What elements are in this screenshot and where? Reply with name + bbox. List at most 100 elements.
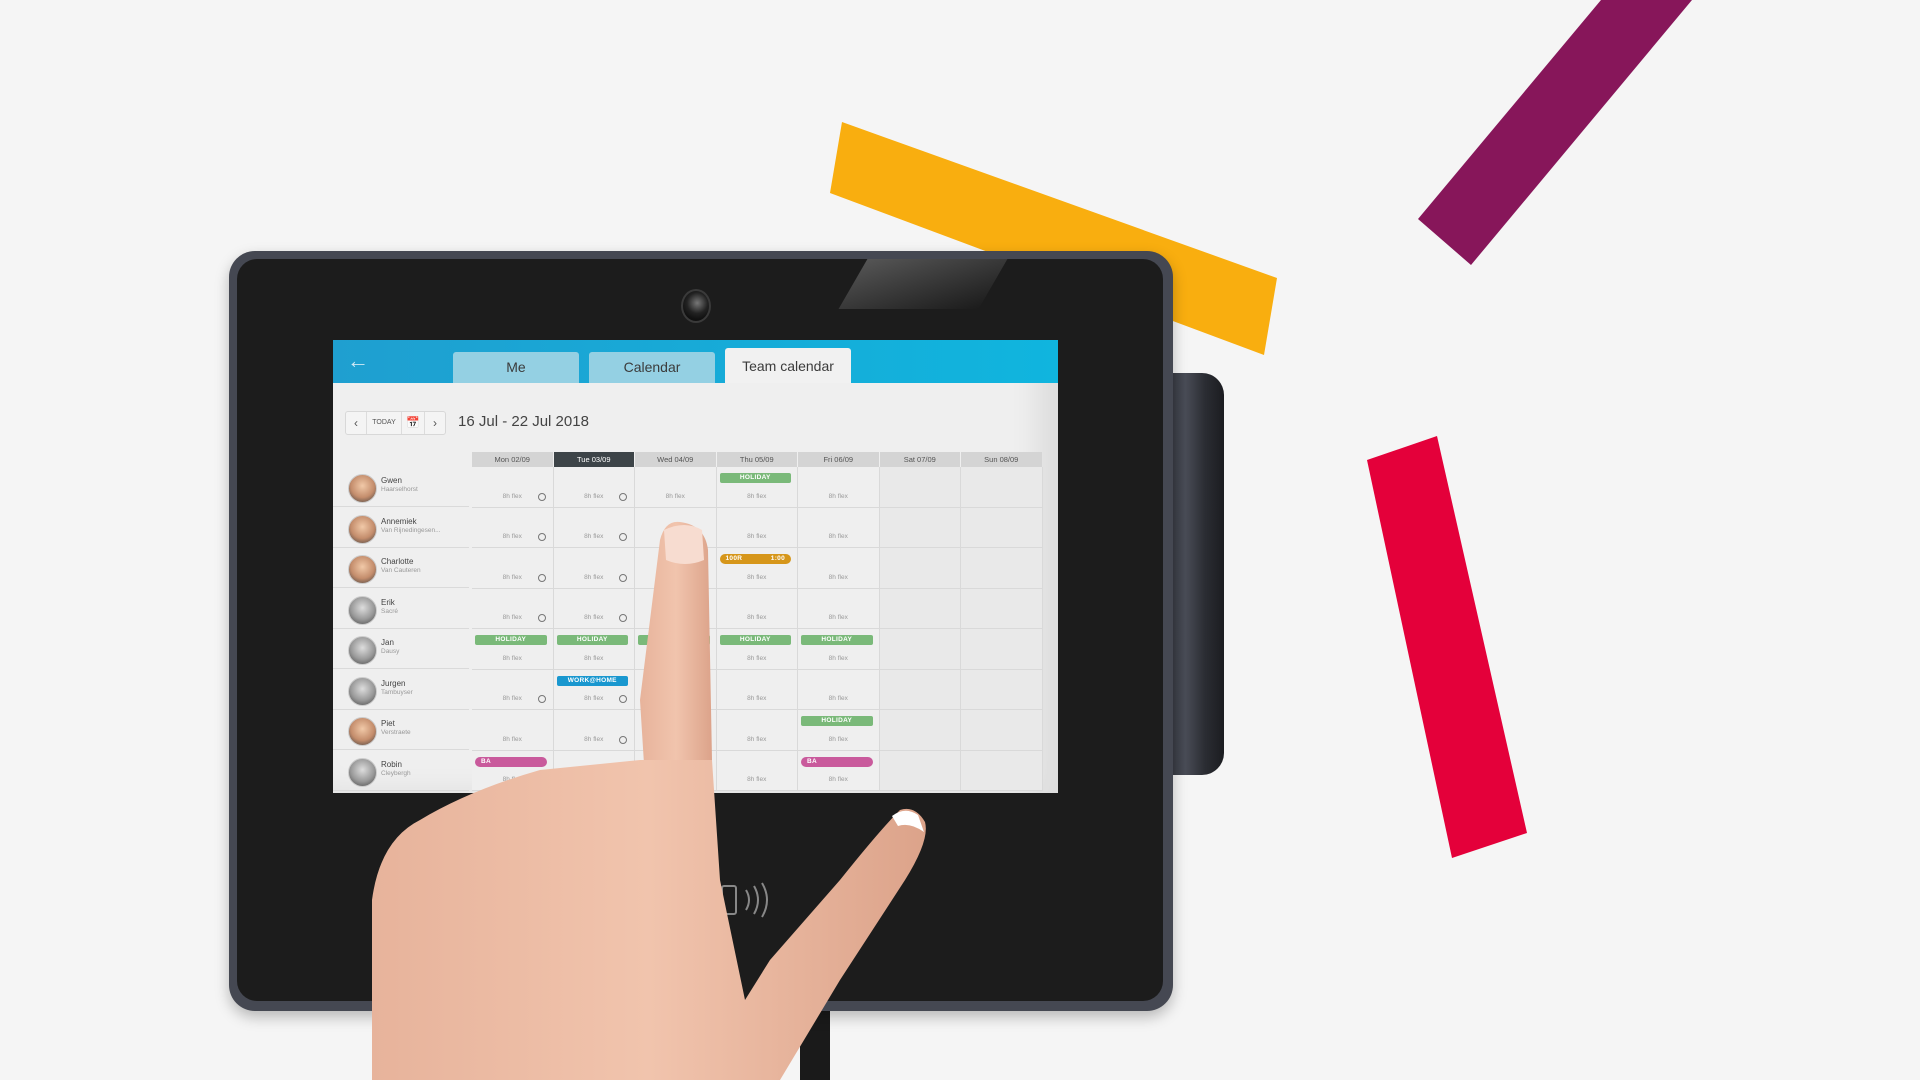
flex-hours-label: 8h flex <box>828 492 848 500</box>
holiday-badge[interactable]: HOLIDAY <box>801 716 873 726</box>
calendar-cell[interactable] <box>879 467 961 508</box>
calendar-cell[interactable] <box>961 548 1043 589</box>
calendar-cell[interactable] <box>961 629 1043 670</box>
calendar-cell[interactable] <box>879 710 961 751</box>
chevron-right-icon[interactable]: › <box>425 412 445 434</box>
holiday-badge[interactable]: HOLIDAY <box>801 635 873 645</box>
calendar-cell[interactable] <box>553 750 635 791</box>
clock-icon[interactable] <box>619 735 627 744</box>
calendar-cell[interactable]: WORK@HOME 8h flex <box>553 669 635 710</box>
calendar-cell[interactable] <box>961 750 1043 791</box>
tab-team-calendar[interactable]: Team calendar <box>725 348 851 383</box>
arrow-left-icon[interactable]: ← <box>347 350 369 372</box>
calendar-cell[interactable]: 8h flex <box>716 669 798 710</box>
calendar-cell[interactable]: HOLIDAY <box>635 629 717 670</box>
calendar-cell[interactable]: HOLIDAY 8h flex <box>716 467 798 508</box>
holiday-badge[interactable]: HOLIDAY <box>556 635 628 645</box>
team-member[interactable]: Annemiek Van Rijnedingesen... <box>333 508 469 548</box>
calendar-cell[interactable]: 8h flex <box>798 467 880 508</box>
holiday-badge[interactable]: HOLIDAY <box>475 635 547 645</box>
calendar-cell[interactable]: 8h flex <box>798 669 880 710</box>
calendar-cell[interactable] <box>879 750 961 791</box>
calendar-cell[interactable] <box>961 588 1043 629</box>
calendar-cell[interactable] <box>879 588 961 629</box>
calendar-cell[interactable] <box>879 629 961 670</box>
tab-calendar[interactable]: Calendar <box>589 352 715 383</box>
calendar-cell[interactable] <box>879 507 961 548</box>
calendar-cell[interactable]: HOLIDAY 8h flex <box>472 629 554 670</box>
chevron-left-icon[interactable]: ‹ <box>346 412 367 434</box>
calendar-cell[interactable]: BA 8h flex <box>472 750 554 791</box>
calendar-cell[interactable]: HOLIDAY 8h flex <box>798 629 880 670</box>
team-member[interactable]: Gwen Haarselhorst <box>333 467 469 507</box>
calendar-cell[interactable]: 8h flex <box>553 710 635 751</box>
orange-badge[interactable]: 100R 1:00 <box>719 554 791 564</box>
calendar-cell[interactable]: 8h flex <box>553 588 635 629</box>
calendar-cell[interactable]: 8h flex <box>798 548 880 589</box>
calendar-cell[interactable] <box>635 750 717 791</box>
calendar-cell[interactable]: 8h flex <box>472 588 554 629</box>
calendar-cell[interactable] <box>961 669 1043 710</box>
clock-icon[interactable] <box>537 492 546 501</box>
day-header: Mon 02/09 <box>472 452 553 467</box>
day-header: Tue 03/09 <box>553 452 634 467</box>
calendar-cell[interactable]: 8h flex <box>716 507 798 548</box>
team-member[interactable]: Robin Cleybergh <box>333 751 469 791</box>
clock-icon[interactable] <box>537 695 546 703</box>
calendar-cell[interactable] <box>879 548 961 589</box>
calendar-cell[interactable]: 100R 1:00 8h flex <box>716 548 798 589</box>
clock-icon[interactable] <box>619 614 627 622</box>
calendar-cell[interactable] <box>879 669 961 710</box>
calendar-cell[interactable] <box>635 710 717 751</box>
flex-hours-label: 8h flex <box>747 614 767 621</box>
calendar-cell[interactable]: 8h flex <box>635 467 717 508</box>
today-button[interactable]: TODAY <box>367 412 402 434</box>
ba-badge[interactable]: BA <box>475 756 547 767</box>
team-member[interactable]: Piet Verstraete <box>333 710 469 750</box>
clock-icon[interactable] <box>619 695 627 703</box>
calendar-cell[interactable]: 8h flex <box>798 507 880 548</box>
calendar-cell[interactable]: 8h flex <box>472 710 554 751</box>
calendar-cell[interactable] <box>961 467 1043 508</box>
workhome-badge[interactable]: WORK@HOME <box>556 675 628 686</box>
clock-icon[interactable] <box>619 573 627 582</box>
flex-hours-label: 8h flex <box>747 573 767 581</box>
calendar-cell[interactable] <box>635 669 717 710</box>
calendar-cell[interactable] <box>635 588 717 629</box>
holiday-badge[interactable]: HOLIDAY <box>719 473 791 483</box>
clock-icon[interactable] <box>619 533 627 541</box>
team-member[interactable]: Erik Sacré <box>333 589 469 629</box>
calendar-cell[interactable]: 8h flex <box>798 588 880 629</box>
holiday-badge[interactable]: HOLIDAY <box>638 635 710 645</box>
team-member[interactable]: Jan Dausy <box>333 629 469 669</box>
calendar-cell[interactable] <box>961 710 1043 751</box>
clock-icon[interactable] <box>537 573 546 582</box>
calendar-cell[interactable]: 8h flex <box>553 467 635 508</box>
calendar-icon[interactable]: 📅 <box>402 412 425 434</box>
clock-icon[interactable] <box>619 492 627 501</box>
tab-me[interactable]: Me <box>453 352 579 383</box>
team-member[interactable]: Jurgen Tambuyser <box>333 670 469 710</box>
calendar-cell[interactable] <box>961 507 1043 548</box>
calendar-cell[interactable]: HOLIDAY 8h flex <box>553 629 635 670</box>
calendar-cell[interactable]: 8h flex <box>553 548 635 589</box>
team-member[interactable]: Charlotte Van Cauteren <box>333 548 469 588</box>
calendar-cell[interactable]: 8h flex <box>716 710 798 751</box>
calendar-cell[interactable]: 8h flex <box>716 588 798 629</box>
calendar-cell[interactable]: 8h flex <box>472 507 554 548</box>
calendar-cell[interactable]: 8h flex <box>472 548 554 589</box>
holiday-badge[interactable]: HOLIDAY <box>719 635 791 645</box>
clock-icon[interactable] <box>537 614 546 622</box>
calendar-cell[interactable]: 8h flex <box>716 750 798 791</box>
calendar-cell[interactable]: 8h flex <box>553 507 635 548</box>
calendar-cell[interactable] <box>635 507 717 548</box>
calendar-cell[interactable] <box>635 548 717 589</box>
calendar-cell[interactable]: BA 8h flex <box>798 750 880 791</box>
calendar-cell[interactable]: HOLIDAY 8h flex <box>798 710 880 751</box>
clock-icon[interactable] <box>537 533 546 541</box>
calendar-cell[interactable]: 8h flex <box>472 467 554 508</box>
calendar-cell[interactable]: HOLIDAY 8h flex <box>716 629 798 670</box>
member-last-name: Tambuyser <box>381 688 413 696</box>
ba-badge[interactable]: BA <box>801 756 873 767</box>
calendar-cell[interactable]: 8h flex <box>472 669 554 710</box>
